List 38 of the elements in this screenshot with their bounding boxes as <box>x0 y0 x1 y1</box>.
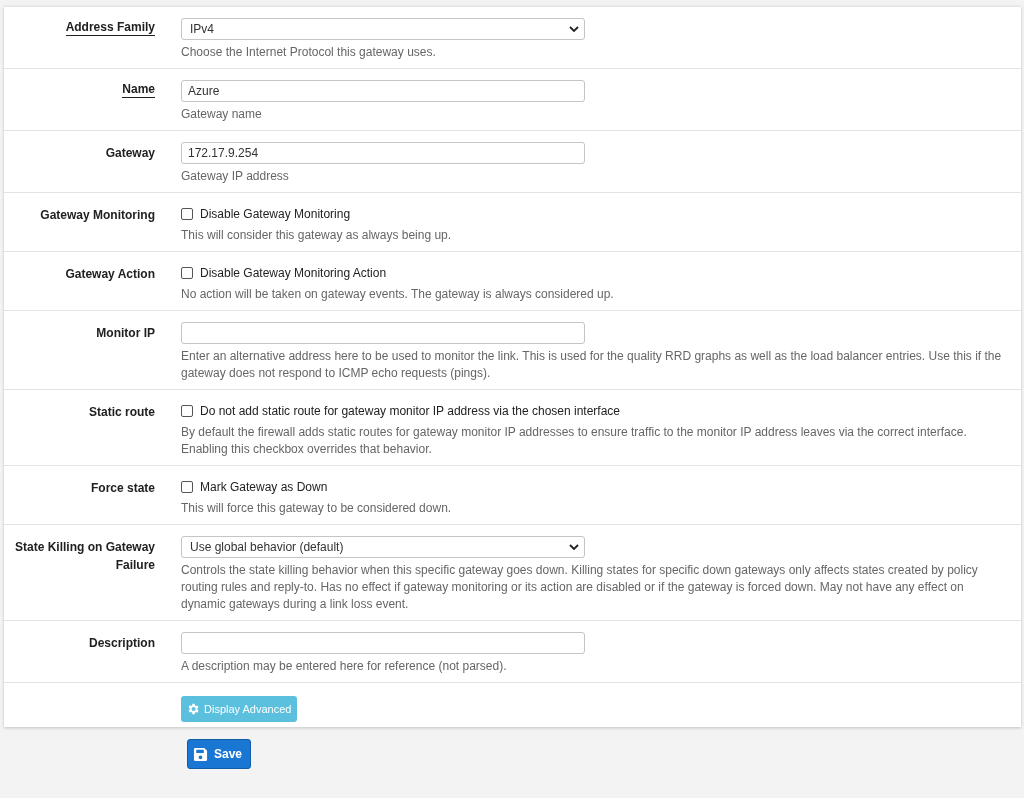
field-label: State Killing on Gateway Failure <box>13 539 155 574</box>
field-label: Description <box>89 635 155 652</box>
field-label: Force state <box>90 480 155 497</box>
field-label: Gateway Action <box>65 266 155 283</box>
input-field[interactable]: Azure <box>181 80 585 102</box>
checkbox-label: Disable Gateway Monitoring Action <box>200 266 387 280</box>
field-label: Monitor IP <box>96 325 155 342</box>
input-field[interactable] <box>181 322 585 344</box>
chevron-down-icon <box>569 26 579 32</box>
checkbox[interactable] <box>181 267 193 279</box>
field-label: Static route <box>89 404 155 421</box>
checkbox-label: Do not add static route for gateway monitor IP address via the chosen interface <box>200 404 620 418</box>
field-label: Address Family <box>65 20 155 36</box>
chevron-down-icon <box>569 544 579 550</box>
help-text: Gateway IP address <box>181 168 290 185</box>
help-text: Choose the Internet Protocol this gateway uses. <box>181 44 437 61</box>
help-text: Controls the state killing behavior when this specific gateway goes down. Killing states for specific down gateways only affects states created by policy routing rules and reply-to. Has no effect if gateway monitoring or its action are disabled or if the gateway is forced down. May not have any effect on dynamic gateways during a link loss event. <box>181 562 979 613</box>
help-text: This will force this gateway to be considered down. <box>181 500 453 517</box>
help-text: This will consider this gateway as always being up. <box>181 227 453 244</box>
help-text: No action will be taken on gateway events. The gateway is always considered up. <box>181 286 615 303</box>
help-text: Enter an alternative address here to be used to monitor the link. This is used for the quality RRD graphs as well as the load balancer entries. Use this if the gateway does not respond to ICMP echo requests (pings). <box>181 348 1003 382</box>
checkbox-label: Mark Gateway as Down <box>200 480 328 494</box>
select-field[interactable]: Use global behavior (default) <box>181 536 585 558</box>
input-field[interactable]: 172.17.9.254 <box>181 142 585 164</box>
input-field[interactable] <box>181 632 585 654</box>
checkbox[interactable] <box>181 208 193 220</box>
select-field[interactable]: IPv4 <box>181 18 585 40</box>
save-button[interactable]: Save <box>187 739 252 769</box>
help-text: A description may be entered here for reference (not parsed). <box>181 658 508 675</box>
checkbox[interactable] <box>181 405 193 417</box>
field-label: Gateway Monitoring <box>40 207 155 224</box>
help-text: By default the firewall adds static routes for gateway monitor IP addresses to ensure traffic to the monitor IP address leaves via the correct interface. Enabling this checkbox overrides that behavior. <box>181 424 968 458</box>
field-label: Name <box>122 82 155 98</box>
gear-icon <box>186 702 200 716</box>
checkbox[interactable] <box>181 481 193 493</box>
field-label: Gateway <box>105 145 155 162</box>
help-text: Gateway name <box>181 106 263 123</box>
checkbox-label: Disable Gateway Monitoring <box>200 207 351 221</box>
